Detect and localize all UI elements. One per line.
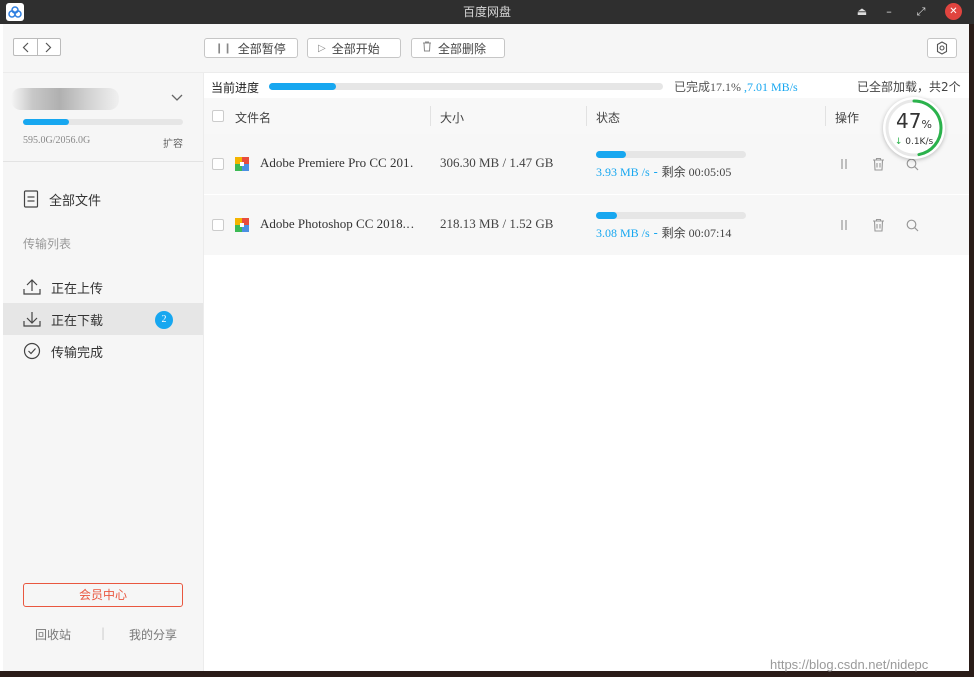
settings-button[interactable]	[927, 38, 957, 58]
row-dash: -	[649, 226, 662, 240]
completed-prefix: 已完成	[674, 80, 711, 94]
col-ops-header: 操作	[835, 111, 860, 125]
trash-icon	[422, 41, 432, 55]
document-icon	[23, 190, 39, 208]
nav-bar	[3, 24, 204, 73]
progress-label: 当前进度	[211, 81, 260, 95]
row-status: 3.08 MB /s - 剩余 00:07:14	[596, 224, 731, 241]
toolbar: ❙❙ 全部暂停 ▷ 全部开始 全部删除	[204, 24, 969, 73]
col-status-header: 状态	[596, 111, 621, 125]
avatar[interactable]	[11, 88, 119, 110]
check-circle-icon	[23, 342, 41, 360]
sidebar-item-label: 正在下载	[51, 313, 104, 329]
sidebar-item-label: 传输完成	[51, 345, 104, 361]
file-size: 218.13 MB / 1.52 GB	[440, 216, 554, 231]
overall-progress: 当前进度 已完成17.1% ,7.01 MB/s 已全部加载，共2个	[204, 74, 969, 98]
sidebar-item-completed[interactable]: 传输完成	[3, 335, 203, 367]
row-speed: 3.93 MB /s	[596, 165, 650, 179]
sidebar-item-all-files[interactable]: 全部文件	[3, 183, 203, 215]
start-all-label: 全部开始	[331, 41, 380, 56]
pause-icon[interactable]	[836, 217, 852, 233]
file-size: 306.30 MB / 1.47 GB	[440, 155, 554, 170]
table-header: 文件名 大小 状态 操作	[204, 98, 969, 134]
delete-all-label: 全部删除	[438, 41, 487, 56]
footer-divider: |	[101, 626, 106, 640]
table-row[interactable]: Adobe Premiere Pro CC 201… 306.30 MB / 1…	[204, 134, 969, 194]
file-name: Adobe Photoshop CC 2018.…	[260, 216, 415, 231]
search-icon[interactable]	[904, 217, 920, 233]
watermark: https://blog.csdn.net/nidepc	[770, 657, 929, 672]
gauge-percent-unit: %	[921, 118, 932, 131]
pause-all-button[interactable]: ❙❙ 全部暂停	[204, 38, 298, 58]
row-status: 3.93 MB /s - 剩余 00:05:05	[596, 163, 731, 180]
installer-file-icon	[235, 218, 249, 232]
transfer-list-heading: 传输列表	[23, 237, 72, 251]
sidebar-item-downloading[interactable]: 正在下载 2	[3, 303, 203, 335]
all-loaded-text: 已全部加载，共2个	[857, 80, 961, 94]
file-name: Adobe Premiere Pro CC 201…	[260, 155, 415, 170]
completed-percent: 17.1%	[710, 80, 742, 94]
chevron-down-icon[interactable]	[171, 94, 183, 105]
row-dash: -	[649, 165, 662, 179]
gauge-percent: 47%	[883, 109, 945, 133]
minimize-icon[interactable]: –	[879, 3, 899, 21]
progress-status: 已完成17.1% ,7.01 MB/s	[674, 78, 798, 95]
window-title: 百度网盘	[462, 5, 511, 19]
speed-gauge-widget[interactable]: 47% ↓ 0.1K/s	[883, 97, 945, 159]
downloading-count-badge: 2	[155, 311, 173, 329]
gauge-speed-value: 0.1K/s	[905, 137, 934, 147]
remaining-label: 剩余	[661, 165, 686, 179]
pause-icon[interactable]	[836, 156, 852, 172]
restore-icon[interactable]: ⤢	[911, 3, 931, 21]
my-share-link[interactable]: 我的分享	[129, 626, 177, 643]
recycle-bin-link[interactable]: 回收站	[35, 626, 71, 643]
trash-icon[interactable]	[870, 217, 886, 233]
close-icon[interactable]: ✕	[945, 3, 962, 20]
expand-link[interactable]: 扩容	[163, 135, 183, 150]
vip-center-button[interactable]: 会员中心	[23, 583, 183, 607]
col-size-header[interactable]: 大小	[440, 109, 464, 126]
overall-speed: ,7.01 MB/s	[741, 80, 798, 94]
back-arrow-icon[interactable]	[14, 39, 37, 55]
download-icon	[23, 312, 41, 327]
table-row[interactable]: Adobe Photoshop CC 2018.… 218.13 MB / 1.…	[204, 195, 969, 255]
row-checkbox[interactable]	[212, 219, 224, 231]
start-all-button[interactable]: ▷ 全部开始	[307, 38, 401, 58]
row-progress-bar	[596, 212, 746, 219]
sidebar-item-uploading[interactable]: 正在上传	[3, 271, 203, 303]
upload-icon	[23, 279, 41, 295]
pause-icon: ❙❙	[215, 42, 232, 54]
sidebar-item-label: 正在上传	[51, 281, 104, 297]
sidebar: 595.0G/2056.0G 扩容 全部文件 传输列表 正在上传 正在下载 2 …	[3, 24, 204, 671]
row-progress-bar	[596, 151, 746, 158]
select-all-checkbox[interactable]	[212, 110, 224, 122]
sidebar-item-label: 全部文件	[49, 193, 102, 209]
remaining-time: 00:07:14	[685, 226, 732, 240]
down-arrow-icon: ↓	[894, 137, 903, 147]
quota-text: 595.0G/2056.0G	[23, 135, 91, 146]
title-bar: 百度网盘 ⏏ – ⤢ ✕	[0, 0, 974, 24]
gear-icon	[936, 41, 948, 55]
installer-file-icon	[235, 157, 249, 171]
col-name-header[interactable]: 文件名	[235, 109, 271, 126]
remaining-label: 剩余	[661, 226, 686, 240]
remaining-time: 00:05:05	[685, 165, 732, 179]
column-divider	[586, 106, 587, 126]
play-icon: ▷	[318, 42, 326, 54]
eject-icon[interactable]: ⏏	[852, 3, 872, 21]
main-window: 595.0G/2056.0G 扩容 全部文件 传输列表 正在上传 正在下载 2 …	[0, 24, 969, 671]
delete-all-button[interactable]: 全部删除	[411, 38, 505, 58]
quota-bar	[23, 119, 183, 125]
column-divider	[430, 106, 431, 126]
row-speed: 3.08 MB /s	[596, 226, 650, 240]
overall-progress-bar	[269, 83, 663, 90]
gauge-speed: ↓ 0.1K/s	[883, 137, 945, 147]
gauge-percent-value: 47	[896, 109, 922, 133]
forward-arrow-icon[interactable]	[36, 39, 61, 55]
column-divider	[825, 106, 826, 126]
row-checkbox[interactable]	[212, 158, 224, 170]
back-forward-buttons	[13, 38, 61, 56]
divider	[3, 161, 203, 162]
pause-all-label: 全部暂停	[237, 41, 286, 56]
